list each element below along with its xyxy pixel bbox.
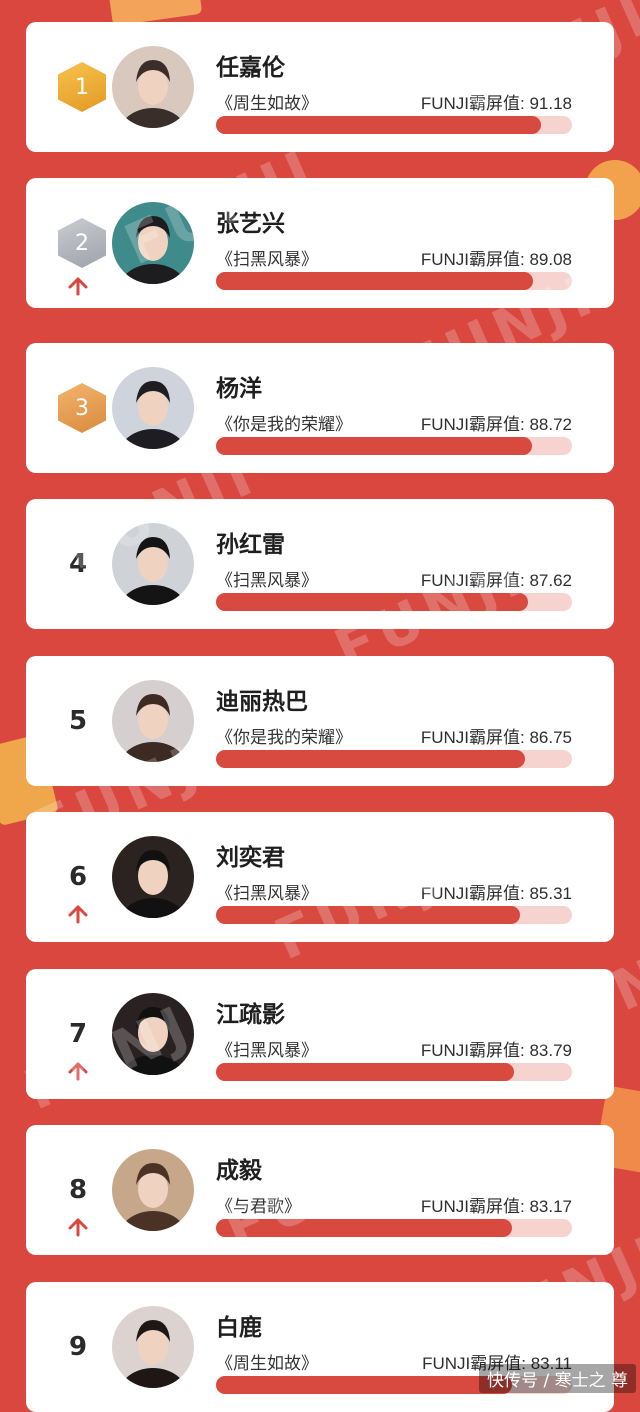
score-value: FUNJI霸屏值: 83.17	[420, 1197, 572, 1216]
score-bar-fill	[216, 906, 520, 924]
score-bar-track	[216, 1219, 572, 1237]
score-value: FUNJI霸屏值: 89.08	[420, 250, 572, 269]
avatar	[112, 1306, 194, 1388]
show-title: 《与君歌》	[216, 1197, 301, 1217]
avatar	[112, 836, 194, 918]
show-title: 《你是我的荣耀》	[216, 728, 352, 748]
score-bar-fill	[216, 437, 532, 455]
show-title: 《扫黑风暴》	[216, 571, 318, 591]
celebrity-name: 白鹿	[216, 1315, 262, 1341]
ranking-card[interactable]: 1 任嘉伦《周生如故》 FUNJI霸屏值: 91.18	[26, 22, 614, 152]
rank-indicator: 9	[44, 1282, 112, 1412]
rank-indicator: 6	[44, 812, 112, 942]
score-bar-track	[216, 437, 572, 455]
score-bar-fill	[216, 116, 541, 134]
score-bar-track	[216, 906, 572, 924]
show-title: 《你是我的荣耀》	[216, 415, 352, 435]
score-bar-track	[216, 1063, 572, 1081]
celebrity-name: 江疏影	[216, 1002, 285, 1028]
ranking-card[interactable]: 5 迪丽热巴《你是我的荣耀》 FUNJI霸屏值: 86.75	[26, 656, 614, 786]
score-bar-fill	[216, 593, 528, 611]
rank-number: 6	[68, 862, 88, 892]
rank-number: 7	[68, 1019, 88, 1049]
celebrity-name: 孙红雷	[216, 532, 285, 558]
rank-number: 9	[68, 1332, 88, 1362]
celebrity-name: 迪丽热巴	[216, 689, 308, 715]
show-title: 《扫黑风暴》	[216, 250, 318, 270]
score-value: FUNJI霸屏值: 91.18	[420, 94, 572, 113]
celebrity-name: 张艺兴	[216, 211, 285, 237]
score-bar-track	[216, 116, 572, 134]
rank-number: 5	[68, 706, 88, 736]
score-bar-track	[216, 593, 572, 611]
rank-medal-icon: 3	[58, 383, 106, 433]
score-value: FUNJI霸屏值: 85.31	[420, 884, 572, 903]
avatar	[112, 680, 194, 762]
rank-number: 8	[68, 1175, 88, 1205]
show-title: 《扫黑风暴》	[216, 1041, 318, 1061]
rank-indicator: 2	[44, 178, 112, 308]
rank-indicator: 4	[44, 499, 112, 629]
score-bar-fill	[216, 272, 534, 290]
avatar	[112, 202, 194, 284]
source-attribution: 快传号 / 寒士之 尊	[479, 1364, 636, 1393]
rank-indicator: 1	[44, 22, 112, 152]
rank-indicator: 7	[44, 969, 112, 1099]
score-value: FUNJI霸屏值: 87.62	[420, 571, 572, 590]
score-bar-fill	[216, 1063, 515, 1081]
rank-up-arrow-icon	[68, 1218, 88, 1237]
rank-medal-icon: 2	[58, 218, 106, 268]
rank-up-arrow-icon	[68, 1062, 88, 1081]
score-value: FUNJI霸屏值: 88.72	[420, 415, 572, 434]
celebrity-name: 杨洋	[216, 376, 262, 402]
score-bar-fill	[216, 1376, 512, 1394]
ranking-card[interactable]: 6 刘奕君《扫黑风暴》 FUNJI霸屏值: 85.31	[26, 812, 614, 942]
celebrity-name: 任嘉伦	[216, 55, 285, 81]
celebrity-name: 成毅	[216, 1158, 262, 1184]
rank-number: 4	[68, 549, 88, 579]
rank-medal-icon: 1	[58, 62, 106, 112]
score-bar-track	[216, 272, 572, 290]
rank-up-arrow-icon	[68, 277, 88, 296]
ranking-card[interactable]: 7 江疏影《扫黑风暴》 FUNJI霸屏值: 83.79	[26, 969, 614, 1099]
celebrity-name: 刘奕君	[216, 845, 285, 871]
ranking-card[interactable]: 4 孙红雷《扫黑风暴》 FUNJI霸屏值: 87.62	[26, 499, 614, 629]
rank-indicator: 5	[44, 656, 112, 786]
rank-indicator: 3	[44, 343, 112, 473]
ranking-card[interactable]: 3 杨洋《你是我的荣耀》 FUNJI霸屏值: 88.72	[26, 343, 614, 473]
score-bar-fill	[216, 1219, 513, 1237]
rank-indicator: 8	[44, 1125, 112, 1255]
avatar	[112, 46, 194, 128]
avatar	[112, 367, 194, 449]
avatar	[112, 1149, 194, 1231]
avatar	[112, 993, 194, 1075]
ranking-card[interactable]: 2 张艺兴《扫黑风暴》 FUNJI霸屏值: 89.08	[26, 178, 614, 308]
ranking-card[interactable]: 8 成毅《与君歌》 FUNJI霸屏值: 83.17	[26, 1125, 614, 1255]
show-title: 《周生如故》	[216, 94, 318, 114]
avatar	[112, 523, 194, 605]
score-value: FUNJI霸屏值: 83.79	[420, 1041, 572, 1060]
show-title: 《周生如故》	[216, 1354, 318, 1374]
score-bar-fill	[216, 750, 525, 768]
show-title: 《扫黑风暴》	[216, 884, 318, 904]
score-bar-track	[216, 750, 572, 768]
rank-up-arrow-icon	[68, 905, 88, 924]
score-value: FUNJI霸屏值: 86.75	[420, 728, 572, 747]
